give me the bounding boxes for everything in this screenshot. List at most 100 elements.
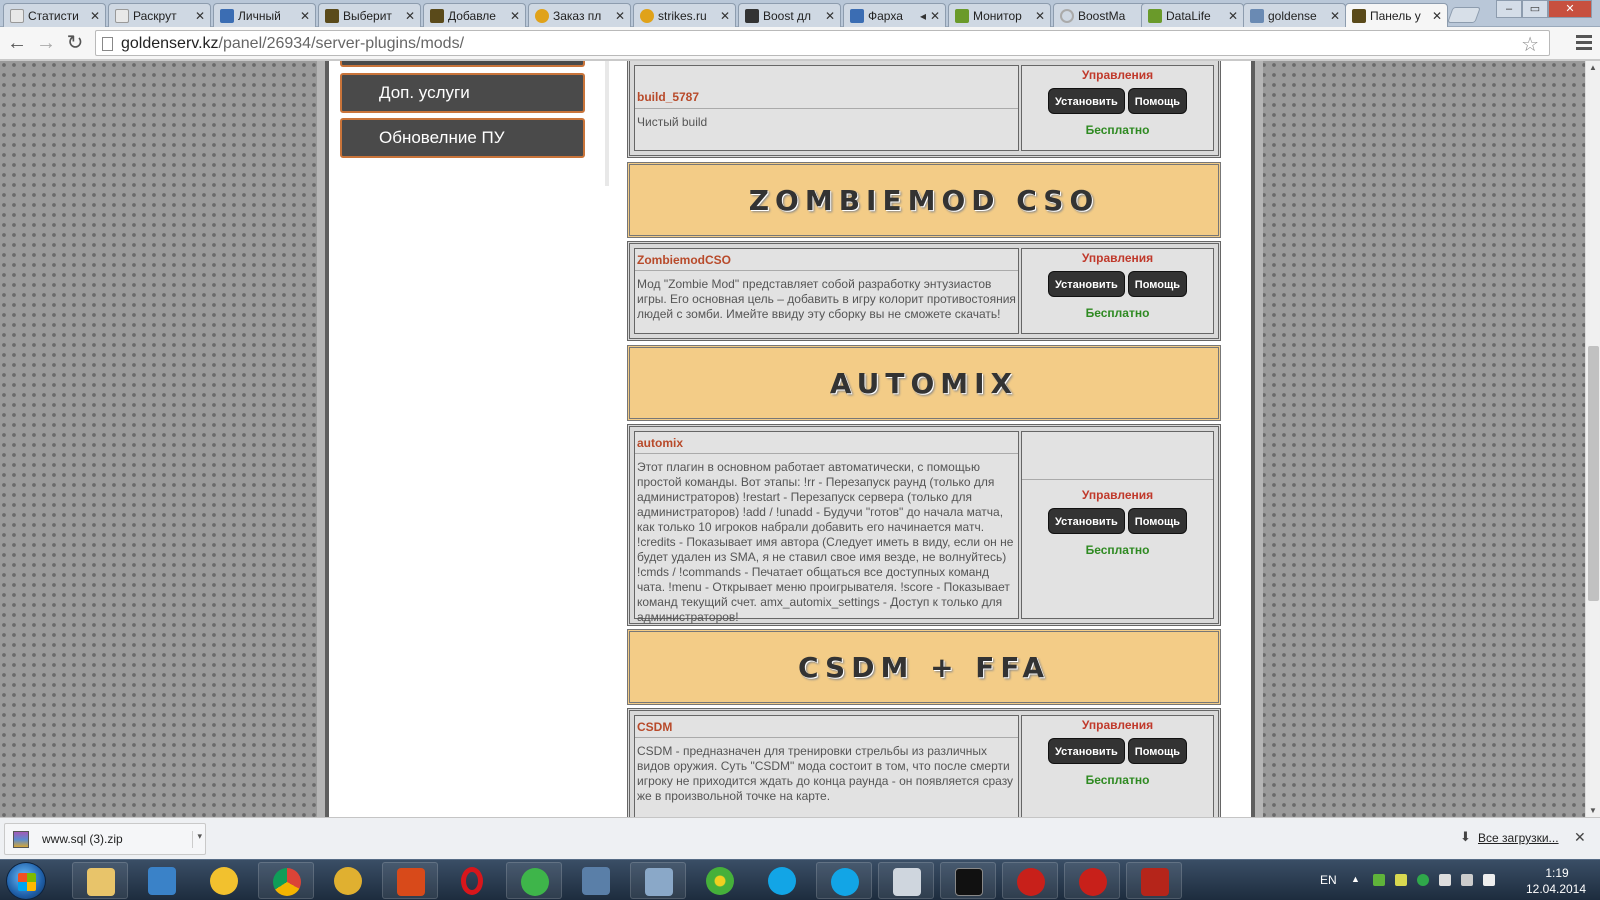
tab-12[interactable]: goldense ✕: [1243, 3, 1346, 27]
explorer-icon: [87, 868, 115, 896]
tab-close-icon[interactable]: ✕: [1227, 9, 1239, 23]
chrome-menu-icon[interactable]: [1574, 32, 1594, 54]
tab-close-icon[interactable]: ✕: [509, 9, 521, 23]
tray-app-icon[interactable]: [1395, 874, 1407, 886]
counter-strike-icon: [893, 868, 921, 896]
close-icon[interactable]: ✕: [1574, 829, 1586, 846]
taskbar-filezilla[interactable]: [1126, 862, 1182, 899]
chevron-down-icon[interactable]: ▾: [192, 831, 202, 848]
tab-1[interactable]: Раскрут ✕: [108, 3, 211, 27]
url-text[interactable]: goldenserv.kz/panel/26934/server-plugins…: [121, 35, 464, 53]
tab-close-icon[interactable]: ✕: [1034, 9, 1046, 23]
bookmark-star-icon[interactable]: ☆: [1521, 32, 1539, 57]
tab-3[interactable]: Выберит ✕: [318, 3, 421, 27]
taskbar-icq[interactable]: [692, 862, 748, 899]
address-bar[interactable]: goldenserv.kz/panel/26934/server-plugins…: [95, 30, 1550, 56]
reload-icon[interactable]: ↻: [63, 32, 87, 56]
counter-strike-icon: [430, 8, 444, 23]
tab-2[interactable]: Личный ✕: [213, 3, 316, 27]
taskbar-skype-1[interactable]: [754, 862, 810, 899]
scroll-down-icon[interactable]: ▼: [1589, 806, 1597, 815]
install-button[interactable]: Установить: [1047, 738, 1125, 764]
install-button[interactable]: Установить: [1047, 88, 1125, 114]
sidebar-item-panel-update[interactable]: Обновелние ПУ: [340, 118, 585, 158]
tab-close-icon[interactable]: ✕: [929, 9, 941, 23]
sidebar-item-partial[interactable]: [340, 61, 585, 67]
help-button[interactable]: Помощь: [1127, 88, 1188, 114]
media-player-icon: [148, 867, 176, 895]
scroll-up-icon[interactable]: ▲: [1589, 63, 1597, 72]
tab-close-icon[interactable]: ✕: [824, 9, 836, 23]
taskbar-game[interactable]: [382, 862, 438, 899]
tab-6[interactable]: strikes.ru ✕: [633, 3, 736, 27]
install-button[interactable]: Установить: [1047, 271, 1125, 297]
tab-close-icon[interactable]: ✕: [1431, 9, 1443, 23]
start-button[interactable]: [6, 862, 46, 900]
action-center-flag-icon[interactable]: [1439, 874, 1451, 886]
mod-controls: Управления Установить Помощь Бесплатно: [1021, 431, 1214, 619]
taskbar-skype-2[interactable]: [816, 862, 872, 899]
tab-close-icon[interactable]: ✕: [299, 9, 311, 23]
sidebar-item-extra-services[interactable]: Доп. услуги: [340, 73, 585, 113]
tab-11[interactable]: DataLife ✕: [1141, 3, 1244, 27]
new-tab-button[interactable]: [1447, 7, 1481, 23]
forward-arrow-icon[interactable]: →: [34, 32, 58, 56]
minimize-button[interactable]: –: [1496, 0, 1522, 18]
tab-close-icon[interactable]: ✕: [194, 9, 206, 23]
tab-9[interactable]: Монитор ✕: [948, 3, 1051, 27]
taskbar-explorer[interactable]: [72, 862, 128, 899]
help-button[interactable]: Помощь: [1127, 271, 1188, 297]
half-life-icon: [1017, 868, 1045, 896]
scrollbar-thumb[interactable]: [1588, 346, 1599, 601]
help-button[interactable]: Помощь: [1127, 738, 1188, 764]
manage-label: Управления: [1081, 68, 1154, 82]
taskbar-opera[interactable]: [444, 862, 500, 899]
divider: [605, 61, 609, 186]
winrar-archive-icon: [13, 831, 29, 848]
taskbar-mail[interactable]: [506, 862, 562, 899]
install-button[interactable]: Установить: [1047, 508, 1125, 534]
taskbar-console[interactable]: [940, 862, 996, 899]
download-item[interactable]: www.sql (3).zip ▾: [4, 823, 206, 855]
help-button[interactable]: Помощь: [1127, 508, 1188, 534]
tab-5[interactable]: Заказ пл ✕: [528, 3, 631, 27]
mail-icon: [521, 868, 549, 896]
taskbar-half-life-2[interactable]: [1064, 862, 1120, 899]
vertical-scrollbar[interactable]: ▲ ▼: [1585, 61, 1600, 817]
tab-4[interactable]: Добавле ✕: [423, 3, 526, 27]
taskbar-remote[interactable]: [630, 862, 686, 899]
goldenserv-icon: [1250, 8, 1264, 23]
show-hidden-icons-icon[interactable]: ▲: [1351, 874, 1363, 886]
taskbar-counter-strike[interactable]: [878, 862, 934, 899]
network-tray-icon[interactable]: [1461, 874, 1473, 886]
mod-description: Чистый build: [637, 115, 708, 129]
tab-13-active[interactable]: Панель у ✕: [1345, 3, 1448, 27]
windows-logo-icon: [18, 873, 36, 891]
taskbar-network[interactable]: [568, 862, 624, 899]
tab-close-icon[interactable]: ✕: [1329, 9, 1341, 23]
download-filename: www.sql (3).zip: [42, 832, 123, 846]
taskbar-media-player[interactable]: [134, 862, 190, 899]
tray-app-icon[interactable]: [1373, 874, 1385, 886]
tab-close-icon[interactable]: ✕: [89, 9, 101, 23]
taskbar-chrome[interactable]: [258, 862, 314, 899]
tab-close-icon[interactable]: ✕: [404, 9, 416, 23]
back-arrow-icon[interactable]: ←: [5, 32, 29, 56]
maximize-button[interactable]: ▭: [1522, 0, 1548, 18]
tab-0[interactable]: Статисти ✕: [3, 3, 106, 27]
taskbar-agent[interactable]: [320, 862, 376, 899]
close-window-button[interactable]: ✕: [1548, 0, 1592, 18]
taskbar-messenger[interactable]: [196, 862, 252, 899]
tab-close-icon[interactable]: ✕: [614, 9, 626, 23]
volume-icon[interactable]: [1483, 874, 1495, 886]
tray-eye-icon[interactable]: [1417, 874, 1429, 886]
language-indicator[interactable]: EN: [1320, 873, 1337, 887]
page-content: Доп. услуги Обновелние ПУ build_5787 Чис…: [317, 61, 1263, 817]
taskbar-half-life-1[interactable]: [1002, 862, 1058, 899]
tab-8[interactable]: Фарха ◂ ✕: [843, 3, 946, 27]
tab-7[interactable]: Boost дл ✕: [738, 3, 841, 27]
clock-time[interactable]: 1:19: [1533, 866, 1581, 880]
tab-close-icon[interactable]: ✕: [719, 9, 731, 23]
all-downloads-link[interactable]: Все загрузки...: [1478, 831, 1559, 845]
clock-date[interactable]: 12.04.2014: [1521, 882, 1591, 896]
